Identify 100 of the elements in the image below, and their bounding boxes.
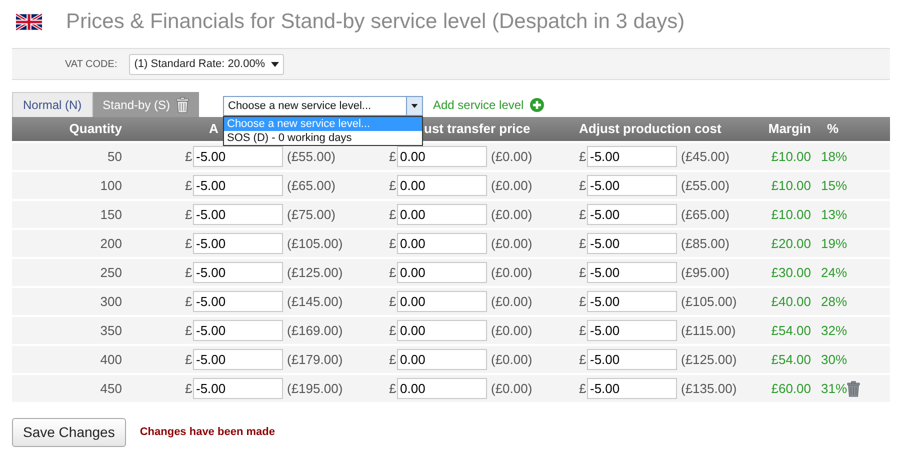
amount-input[interactable]: -5.00 bbox=[193, 291, 283, 312]
quantity-cell-text: 400 bbox=[100, 350, 122, 369]
currency-symbol: £ bbox=[579, 264, 587, 282]
margin-cell-text: £60.00 bbox=[771, 380, 811, 398]
currency-symbol: £ bbox=[389, 234, 397, 253]
amount-input[interactable]: 0.00 bbox=[397, 233, 487, 254]
currency-symbol: £ bbox=[389, 380, 397, 398]
dropdown-option[interactable]: SOS (D) - 0 working days bbox=[224, 131, 422, 145]
margin-cell-text: £10.00 bbox=[771, 176, 811, 195]
quantity-cell-text: 450 bbox=[100, 380, 122, 398]
amount-note: (£0.00) bbox=[491, 292, 532, 311]
amount-note: (£0.00) bbox=[491, 176, 532, 195]
add-service-link[interactable]: Add service level bbox=[433, 96, 524, 114]
amount-input[interactable]: 0.00 bbox=[397, 320, 487, 341]
amount-note: (£179.00) bbox=[287, 350, 343, 369]
margin-cell-text: £10.00 bbox=[771, 148, 811, 166]
amount-input[interactable]: -5.00 bbox=[193, 233, 283, 254]
status-message: Changes have been made bbox=[140, 425, 275, 440]
amount-input[interactable]: 0.00 bbox=[397, 175, 487, 196]
margin-cell-text: £20.00 bbox=[771, 234, 811, 253]
flag-icon bbox=[16, 13, 42, 31]
amount-note: (£75.00) bbox=[287, 206, 336, 224]
amount-note: (£195.00) bbox=[287, 380, 343, 398]
currency-symbol: £ bbox=[579, 322, 587, 340]
amount-input[interactable]: -5.00 bbox=[587, 320, 677, 341]
percent-cell-text: 28% bbox=[821, 292, 847, 311]
percent-cell-text: 15% bbox=[821, 176, 847, 195]
currency-symbol: £ bbox=[579, 292, 587, 311]
amount-note: (£125.00) bbox=[287, 264, 343, 282]
amount-input[interactable]: -5.00 bbox=[587, 349, 677, 370]
currency-symbol: £ bbox=[579, 148, 587, 166]
amount-input[interactable]: -5.00 bbox=[193, 146, 283, 167]
percent-cell-text: 13% bbox=[821, 206, 847, 224]
amount-note: (£105.00) bbox=[681, 292, 737, 311]
column-header: Adjust production cost bbox=[579, 120, 722, 138]
vat-select[interactable]: (1) Standard Rate: 20.00% bbox=[129, 54, 284, 74]
column-header: A bbox=[209, 120, 218, 138]
add-icon[interactable] bbox=[530, 98, 544, 112]
currency-symbol: £ bbox=[185, 148, 193, 166]
column-header: Quantity bbox=[69, 120, 122, 138]
quantity-cell-text: 350 bbox=[100, 322, 122, 340]
currency-symbol: £ bbox=[185, 380, 193, 398]
amount-input[interactable]: -5.00 bbox=[193, 320, 283, 341]
amount-input[interactable]: 0.00 bbox=[397, 262, 487, 283]
tab[interactable]: Normal (N) bbox=[12, 92, 93, 117]
amount-note: (£135.00) bbox=[681, 380, 737, 398]
amount-input[interactable]: -5.00 bbox=[193, 262, 283, 283]
amount-input[interactable]: -5.00 bbox=[587, 291, 677, 312]
currency-symbol: £ bbox=[389, 206, 397, 224]
amount-input[interactable]: -5.00 bbox=[587, 262, 677, 283]
amount-note: (£125.00) bbox=[681, 350, 737, 369]
amount-input[interactable]: -5.00 bbox=[587, 233, 677, 254]
amount-note: (£0.00) bbox=[491, 322, 532, 340]
currency-symbol: £ bbox=[185, 206, 193, 224]
amount-note: (£45.00) bbox=[681, 148, 730, 166]
service-select[interactable]: Choose a new service level... bbox=[223, 96, 423, 116]
amount-input[interactable]: -5.00 bbox=[587, 175, 677, 196]
currency-symbol: £ bbox=[185, 350, 193, 369]
amount-input[interactable]: -5.00 bbox=[587, 204, 677, 225]
dropdown-button[interactable] bbox=[406, 97, 422, 115]
amount-input[interactable]: -5.00 bbox=[193, 349, 283, 370]
quantity-cell-text: 300 bbox=[100, 292, 122, 311]
currency-symbol: £ bbox=[579, 206, 587, 224]
column-header: Margin bbox=[768, 120, 811, 138]
page-title: Prices & Financials for Stand-by service level (Despatch in 3 days) bbox=[66, 9, 685, 36]
amount-note: (£115.00) bbox=[681, 322, 736, 340]
amount-input[interactable]: -5.00 bbox=[193, 204, 283, 225]
amount-note: (£0.00) bbox=[491, 264, 532, 282]
amount-note: (£55.00) bbox=[681, 176, 730, 195]
amount-input[interactable]: 0.00 bbox=[397, 291, 487, 312]
currency-symbol: £ bbox=[389, 322, 397, 340]
amount-input[interactable]: 0.00 bbox=[397, 349, 487, 370]
amount-input[interactable]: 0.00 bbox=[397, 378, 487, 399]
currency-symbol: £ bbox=[579, 380, 587, 398]
amount-input[interactable]: -5.00 bbox=[587, 378, 677, 399]
quantity-cell-text: 100 bbox=[100, 176, 122, 195]
currency-symbol: £ bbox=[389, 148, 397, 166]
amount-input[interactable]: 0.00 bbox=[397, 204, 487, 225]
amount-input[interactable]: -5.00 bbox=[193, 378, 283, 399]
column-header: ust transfer price bbox=[424, 120, 530, 138]
trash-icon[interactable] bbox=[847, 380, 860, 396]
margin-cell-text: £40.00 bbox=[771, 292, 811, 311]
currency-symbol: £ bbox=[579, 176, 587, 195]
amount-note: (£0.00) bbox=[491, 234, 532, 253]
amount-input[interactable]: -5.00 bbox=[193, 175, 283, 196]
currency-symbol: £ bbox=[185, 264, 193, 282]
save-button[interactable]: Save Changes bbox=[12, 418, 126, 447]
amount-input[interactable]: 0.00 bbox=[397, 146, 487, 167]
amount-note: (£55.00) bbox=[287, 148, 336, 166]
amount-note: (£85.00) bbox=[681, 234, 730, 253]
quantity-cell-text: 50 bbox=[108, 148, 122, 166]
quantity-cell-text: 250 bbox=[100, 264, 122, 282]
amount-input[interactable]: -5.00 bbox=[587, 146, 677, 167]
caret-icon bbox=[411, 104, 418, 108]
percent-cell-text: 31% bbox=[821, 380, 847, 398]
currency-symbol: £ bbox=[579, 350, 587, 369]
currency-symbol: £ bbox=[389, 176, 397, 195]
amount-note: (£105.00) bbox=[287, 234, 343, 253]
amount-note: (£0.00) bbox=[491, 148, 532, 166]
trash-icon[interactable] bbox=[176, 96, 190, 112]
